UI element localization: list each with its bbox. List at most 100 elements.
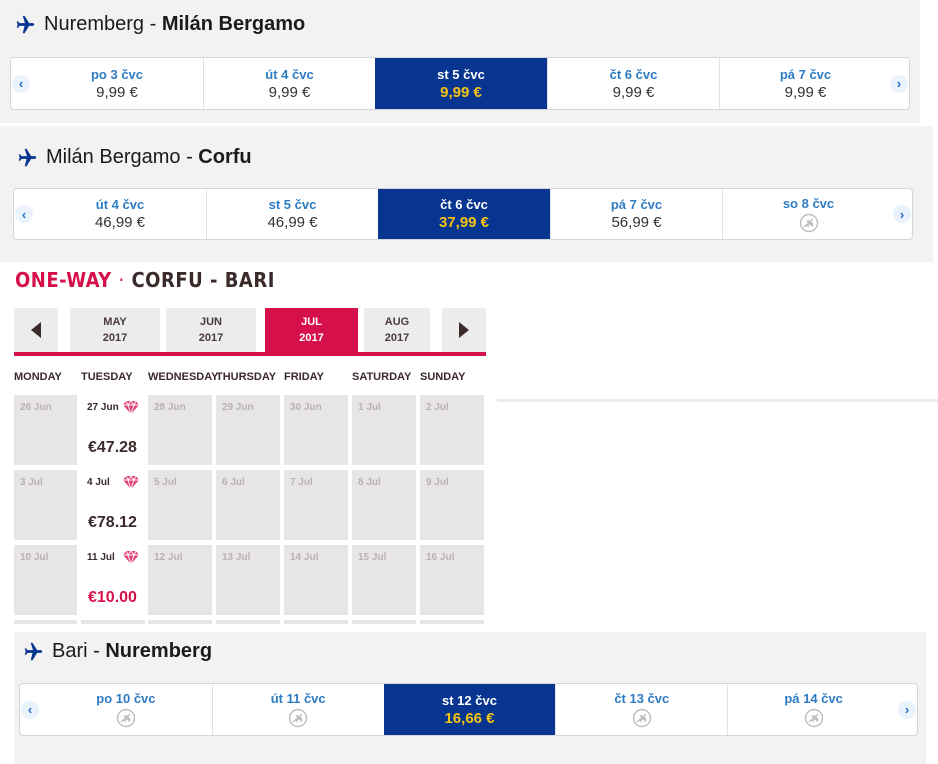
route-to: Milán Bergamo [161,13,306,35]
date-label: pá 7 čvc [610,197,663,212]
calendar-day: 1 Jul [352,395,416,465]
day-date: 4 Jul [87,477,110,488]
date-option[interactable]: pá 14 čvc [727,684,899,735]
next-dates-button[interactable]: › [889,58,909,109]
day-date: 27 Jun [87,402,119,413]
calendar-day: 8 Jul [352,470,416,540]
route-from: Nuremberg [44,13,145,35]
day-price: €47.28 [88,439,137,456]
day-date: 7 Jul [290,477,313,488]
fare-price: 37,99 € [438,214,490,231]
day-date: 15 Jul [358,552,387,563]
date-option-selected[interactable]: čt 6 čvc 37,99 € [378,189,550,239]
prev-dates-button[interactable]: ‹ [20,684,40,735]
route-to: Corfu [198,146,252,168]
day-date: 3 Jul [20,477,43,488]
diamond-icon [123,551,139,564]
diamond-icon [123,476,139,489]
date-option[interactable]: út 4 čvc 46,99 € [34,189,206,239]
date-label: út 11 čvc [270,691,326,706]
date-option[interactable]: po 10 čvc [40,684,212,735]
calendar-day: 7 Jul [284,470,348,540]
fare-price: 9,99 € [440,83,482,101]
date-option-selected[interactable]: st 12 čvc 16,66 € [383,684,556,735]
day-date: 2 Jul [426,402,449,413]
fare-price: 46,99 € [267,214,318,231]
weekday-header: WEDNESDAY [148,371,219,383]
date-option[interactable]: pá 7 čvc 56,99 € [550,189,722,239]
date-label: út 4 čvc [265,66,314,82]
weekday-header: FRIDAY [284,371,324,383]
no-flight-icon [632,708,651,728]
weekday-header: SUNDAY [420,371,466,383]
calendar-day-available[interactable]: 4 Jul €78.12 [81,470,145,540]
next-dates-button[interactable]: › [892,189,912,239]
calendar-day [148,620,212,624]
month-tab[interactable]: MAY 2017 [70,308,160,352]
date-option-selected[interactable]: st 5 čvc 9,99 € [375,58,547,109]
calendar-day [81,620,145,624]
prev-month-button[interactable] [14,308,58,352]
date-label: po 3 čvc [90,66,144,82]
date-label: st 5 čvc [437,66,485,82]
no-flight-icon [116,708,136,728]
date-option[interactable]: so 8 čvc [722,189,894,239]
date-option[interactable]: út 4 čvc 9,99 € [203,58,375,109]
day-date: 29 Jun [222,402,254,413]
month-tab-active[interactable]: JUL 2017 [265,308,358,352]
next-month-button[interactable] [442,308,486,352]
route-header: Bari - Nuremberg [22,640,212,663]
day-date: 11 Jul [87,552,115,563]
calendar-day: 5 Jul [148,470,212,540]
no-flight-icon [804,708,823,728]
prev-dates-button[interactable]: ‹ [14,189,34,239]
chevron-left-icon: ‹ [15,205,33,223]
calendar-day: 9 Jul [420,470,484,540]
diamond-icon [123,401,139,414]
date-option[interactable]: pá 7 čvc 9,99 € [719,58,891,109]
month-year: 2017 [102,332,128,344]
date-option[interactable]: čt 13 čvc [555,684,727,735]
month-tab[interactable]: JUN 2017 [166,308,256,352]
fare-price: 9,99 € [268,83,311,101]
calendar-day-available[interactable]: 11 Jul €10.00 [81,545,145,615]
date-label: čt 6 čvc [609,66,658,82]
date-label: čt 6 čvc [440,197,488,212]
date-label: pá 14 čvc [784,691,843,706]
day-price: €78.12 [88,514,137,531]
chevron-right-icon: › [890,74,908,93]
calendar-day: 16 Jul [420,545,484,615]
chevron-right-icon: › [893,205,911,223]
date-option[interactable]: st 5 čvc 46,99 € [206,189,378,239]
divider [497,399,938,402]
month-name: MAY [103,316,127,328]
chevron-right-icon: › [898,700,916,719]
triangle-right-icon [459,322,469,338]
month-name: JUN [199,316,222,328]
fare-price: 46,99 € [94,214,146,231]
date-bar: ‹ › po 3 čvc 9,99 € út 4 čvc 9,99 € st 5 čvc 9,… [10,57,910,110]
month-tab[interactable]: AUG 2017 [364,308,430,352]
month-year: 2017 [299,332,324,344]
calendar-day [284,620,348,624]
next-dates-button[interactable]: › [897,684,917,735]
calendar-day: 14 Jul [284,545,348,615]
weekday-header: MONDAY [14,371,62,383]
route-panel-2: Milán Bergamo - Corfu ‹ › út 4 čvc 46,99 € s… [0,126,933,262]
date-option[interactable]: čt 6 čvc 9,99 € [547,58,719,109]
day-date: 16 Jul [426,552,455,563]
calendar-day: 10 Jul [14,545,77,615]
calendar-day: 6 Jul [216,470,280,540]
day-date: 6 Jul [222,477,245,488]
date-label: čt 13 čvc [614,691,670,706]
date-label: st 12 čvc [442,692,497,708]
calendar-day-available[interactable]: 27 Jun €47.28 [81,395,145,465]
no-flight-icon [799,213,818,232]
triangle-left-icon [31,322,41,338]
day-date: 30 Jun [290,402,322,413]
prev-dates-button[interactable]: ‹ [11,58,31,109]
month-year: 2017 [198,332,224,344]
plane-icon [24,642,43,660]
date-option[interactable]: po 3 čvc 9,99 € [31,58,203,109]
date-option[interactable]: út 11 čvc [211,684,384,735]
